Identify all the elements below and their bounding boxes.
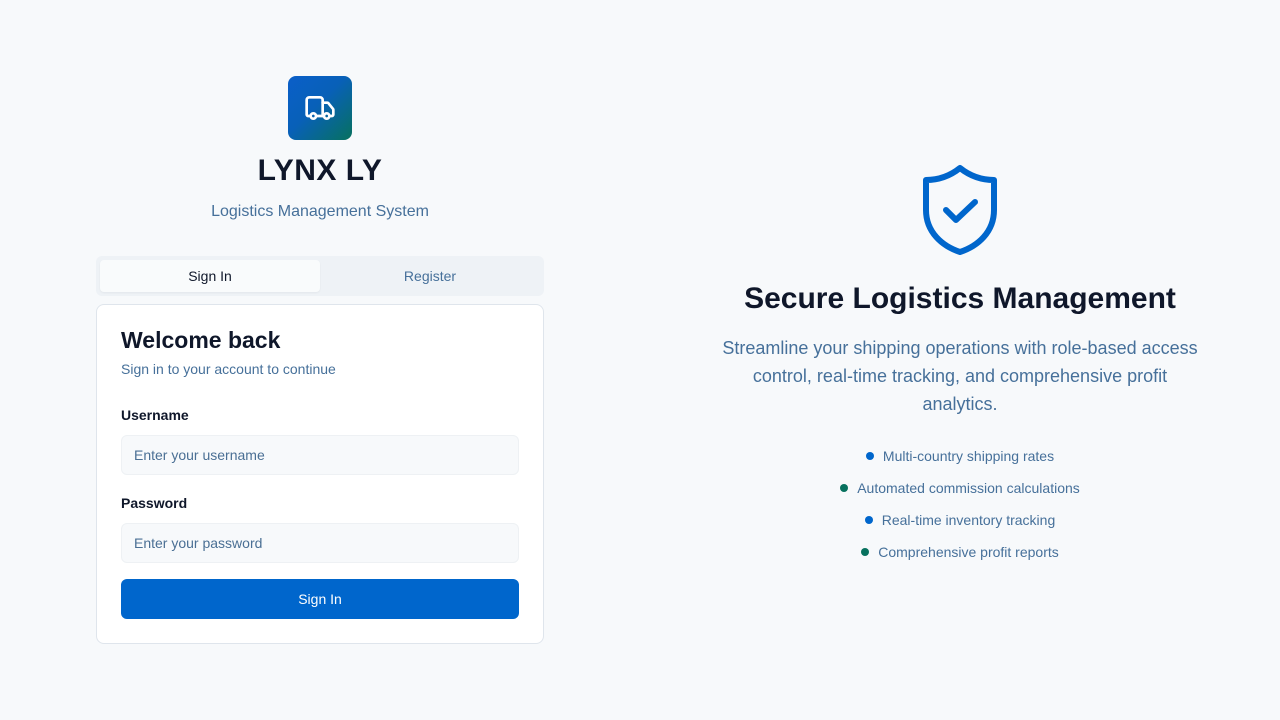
- password-input[interactable]: [121, 523, 519, 563]
- login-page: LYNX LY Logistics Management System Sign…: [0, 0, 1280, 720]
- bullet-dot-icon: [865, 452, 874, 460]
- username-label: Username: [121, 407, 189, 423]
- password-label: Password: [121, 495, 188, 511]
- feature-label: Automated commission calculations: [857, 480, 1080, 496]
- login-card: Welcome back Sign in to your account to …: [96, 304, 544, 644]
- feature-label: Multi-country shipping rates: [882, 448, 1055, 464]
- feature-item: Multi-country shipping rates: [640, 440, 1280, 472]
- username-input[interactable]: [121, 435, 519, 475]
- login-subtitle: Sign in to your account to continue: [121, 361, 336, 377]
- hero-title: Secure Logistics Management: [744, 282, 1176, 315]
- brand-logo: [288, 76, 352, 140]
- tab-register[interactable]: Register: [320, 260, 540, 292]
- tab-sign-in[interactable]: Sign In: [100, 260, 320, 292]
- feature-item: Real-time inventory tracking: [640, 504, 1280, 536]
- feature-item: Comprehensive profit reports: [640, 536, 1280, 568]
- bullet-dot-icon: [840, 484, 849, 492]
- truck-icon: [305, 96, 335, 120]
- bullet-dot-icon: [864, 516, 873, 524]
- feature-label: Comprehensive profit reports: [878, 544, 1059, 560]
- feature-item: Automated commission calculations: [640, 472, 1280, 504]
- login-title: Welcome back: [121, 327, 281, 353]
- sign-in-button[interactable]: Sign In: [121, 579, 519, 619]
- hero-panel: Secure Logistics Management Streamline y…: [640, 0, 1280, 720]
- hero-description: Streamline your shipping operations with…: [722, 338, 1198, 414]
- brand-title: LYNX LY: [257, 154, 383, 187]
- shield-check-icon: [923, 165, 997, 255]
- auth-tabs: Sign In Register: [96, 256, 544, 296]
- feature-label: Real-time inventory tracking: [881, 512, 1056, 528]
- brand-subtitle: Logistics Management System: [211, 203, 429, 220]
- feature-list: Multi-country shipping rates Automated c…: [640, 440, 1280, 568]
- bullet-dot-icon: [861, 548, 870, 556]
